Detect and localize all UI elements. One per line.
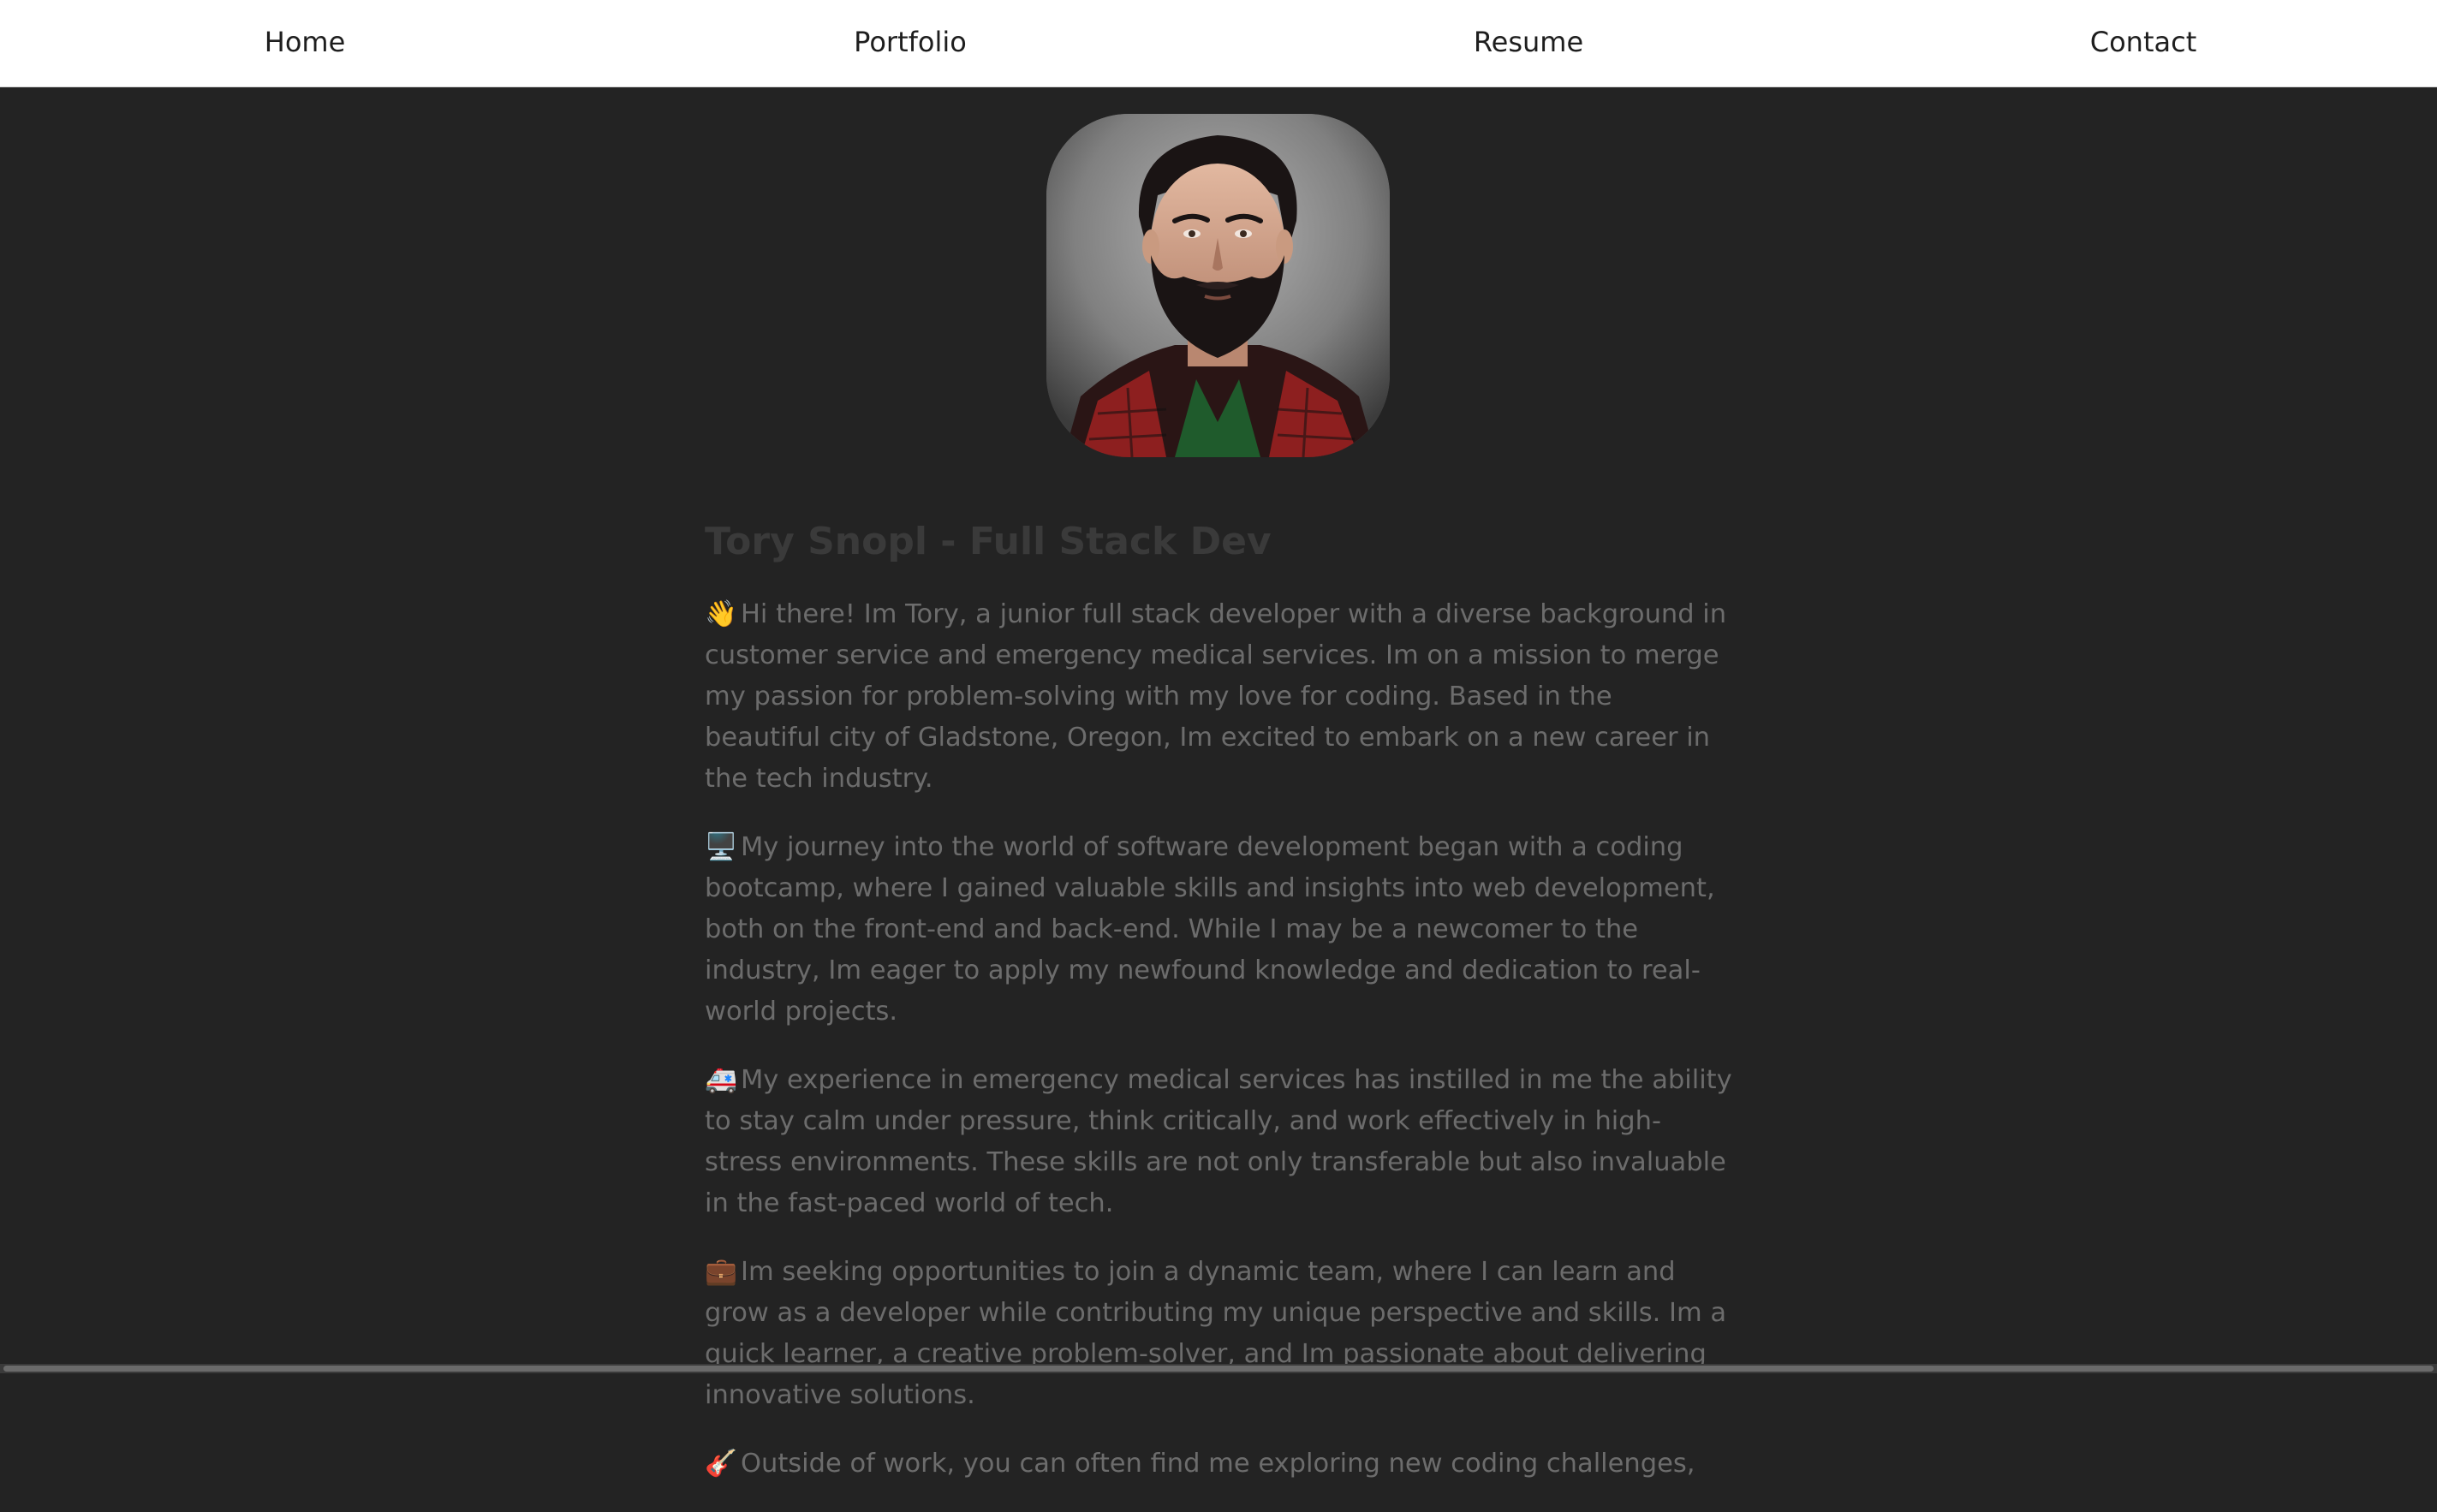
intro-paragraph: 👋 Hi there! Im Tory, a junior full stack … (705, 594, 1732, 800)
seeking-opportunities-paragraph: 💼 Im seeking opportunities to join a dyna… (705, 1252, 1732, 1416)
nav-link-resume[interactable]: Resume (1474, 0, 1583, 85)
waving-hand-icon: 👋 (705, 599, 737, 629)
profile-avatar (1046, 114, 1390, 457)
nav-link-portfolio[interactable]: Portfolio (854, 0, 967, 85)
journey-paragraph: 🖥️ My journey into the world of software … (705, 827, 1732, 1033)
paragraph-text: My journey into the world of software de… (705, 832, 1715, 1027)
briefcase-icon: 💼 (705, 1257, 737, 1287)
nav-link-contact[interactable]: Contact (2090, 0, 2197, 85)
scrollbar-thumb[interactable] (3, 1366, 2434, 1372)
paragraph-text: Hi there! Im Tory, a junior full stack d… (705, 599, 1727, 794)
hobbies-paragraph: 🎸 Outside of work, you can often find me … (705, 1444, 1732, 1485)
ems-experience-paragraph: 🚑 My experience in emergency medical serv… (705, 1060, 1732, 1224)
page-title: Tory Snopl - Full Stack Dev (705, 520, 1272, 563)
nav-link-home[interactable]: Home (265, 0, 346, 85)
profile-portrait-image (1046, 114, 1390, 457)
top-navigation-bar: Home Portfolio Resume Contact (0, 0, 2437, 87)
guitar-icon: 🎸 (705, 1449, 737, 1479)
paragraph-text: Outside of work, you can often find me e… (740, 1449, 1695, 1479)
about-section: Tory Snopl - Full Stack Dev 👋 Hi there! I… (705, 505, 1732, 1512)
paragraph-text: My experience in emergency medical servi… (705, 1065, 1732, 1218)
desktop-computer-icon: 🖥️ (705, 832, 737, 862)
horizontal-scrollbar[interactable] (0, 1364, 2437, 1373)
paragraph-text: Im seeking opportunities to join a dynam… (705, 1257, 1727, 1410)
ambulance-icon: 🚑 (705, 1065, 737, 1095)
